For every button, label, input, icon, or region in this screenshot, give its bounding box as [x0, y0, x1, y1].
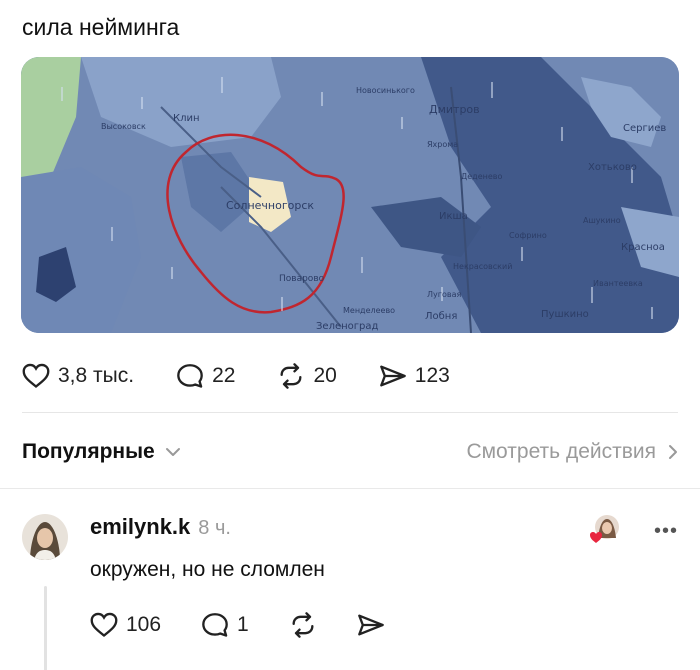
heart-icon [22, 363, 50, 388]
map-label-klin: Клин [173, 113, 200, 124]
chevron-right-icon [669, 445, 677, 459]
comment-item: emilynk.k 8 ч. ••• окружен, но не сломле… [22, 508, 678, 670]
comment-icon [202, 613, 228, 637]
sort-dropdown[interactable]: Популярные [22, 440, 181, 464]
liked-by-author-badge [590, 514, 620, 544]
map-label-ikhsha: Икша [439, 211, 468, 222]
map-label-povarovo: Поварово [279, 274, 325, 284]
divider [0, 488, 700, 489]
heart-filled-icon [590, 532, 602, 543]
view-actions-label: Смотреть действия [466, 440, 656, 463]
comments-sort-bar: Популярные Смотреть действия [22, 434, 678, 470]
comment-text: окружен, но не сломлен [90, 558, 325, 581]
comment-button[interactable]: 22 [176, 363, 235, 389]
map-label-mendeleevo: Менделеево [343, 306, 395, 315]
map-label-khotkovo: Хотьково [588, 162, 637, 173]
send-icon [357, 614, 384, 636]
post-actions: 3,8 тыс. 22 20 123 [22, 356, 492, 396]
repost-icon [292, 612, 314, 638]
map-label-zelenograd: Зеленоград [316, 321, 378, 332]
comment-actions: 106 1 [90, 612, 425, 638]
comment-share-button[interactable] [357, 612, 385, 638]
comment-time: 8 ч. [198, 517, 231, 539]
author-avatar-icon [590, 515, 619, 543]
map-label-novosinkovo: Новосинького [356, 86, 415, 95]
map-label-dmitrov: Дмитров [429, 103, 480, 116]
post-image-map[interactable]: Солнечногорск Дмитров Клин Сергиев Хотьк… [21, 57, 679, 333]
map-label-ivanteevka: Ивантеевка [593, 279, 643, 288]
heart-icon [90, 612, 118, 637]
repost-button[interactable]: 20 [277, 363, 337, 389]
map-label-lobnya: Лобня [425, 311, 457, 322]
comment-count: 22 [212, 364, 236, 387]
sort-label: Популярные [22, 440, 155, 463]
comment-header: emilynk.k 8 ч. [90, 514, 231, 540]
map-label-sofrino: Софрино [509, 231, 547, 240]
avatar[interactable] [22, 514, 68, 560]
map-label-lugovaya: Луговая [427, 290, 461, 299]
like-count: 3,8 тыс. [58, 364, 135, 387]
weather-map: Солнечногорск Дмитров Клин Сергиев Хотьк… [21, 57, 679, 333]
like-button[interactable]: 3,8 тыс. [22, 363, 134, 389]
divider [22, 412, 678, 413]
comment-reply-button[interactable]: 1 [201, 612, 249, 638]
map-label-dedenevo: Деденево [461, 172, 502, 181]
user-avatar-image [22, 514, 68, 560]
comment-username[interactable]: emilynk.k [90, 514, 190, 540]
comment-icon [177, 364, 203, 388]
share-count: 123 [414, 364, 450, 387]
map-label-nekrasovsky: Некрасовский [453, 262, 512, 271]
map-label-sergiev: Сергиев [623, 123, 666, 134]
comment-like-button[interactable]: 106 [90, 612, 161, 638]
view-actions-link[interactable]: Смотреть действия [466, 440, 678, 464]
repost-count: 20 [313, 364, 337, 387]
map-label-ashukino: Ашукино [583, 216, 621, 225]
send-icon [379, 365, 406, 387]
thread-line [44, 586, 47, 670]
share-button[interactable]: 123 [379, 363, 450, 389]
comment-repost-button[interactable] [289, 612, 317, 638]
map-label-solnechnogorsk: Солнечногорск [226, 199, 314, 212]
map-label-pushkino: Пушкино [541, 309, 589, 320]
repost-icon [280, 363, 302, 389]
more-options-icon[interactable]: ••• [654, 520, 678, 543]
chevron-down-icon [165, 448, 180, 456]
comment-like-count: 106 [126, 613, 162, 636]
map-label-vysokovsk: Высоковск [101, 122, 146, 131]
map-label-krasnoarm: Красноа [621, 242, 665, 253]
map-label-yakhroma: Яхрома [427, 140, 458, 149]
post-text: сила нейминга [22, 14, 180, 40]
comment-reply-count: 1 [237, 613, 249, 636]
